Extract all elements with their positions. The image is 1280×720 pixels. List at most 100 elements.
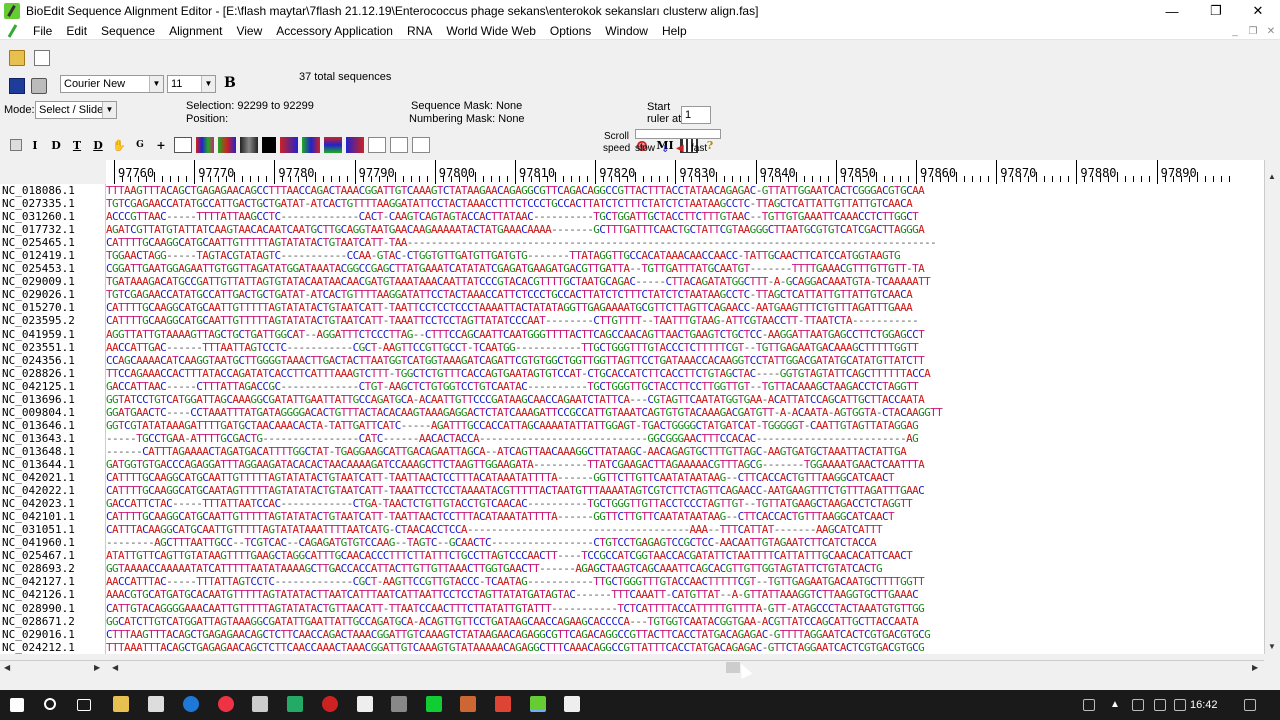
- tool-d-button[interactable]: D: [48, 137, 64, 153]
- sequence-name[interactable]: NC_009804.1: [0, 406, 105, 419]
- sequence-row[interactable]: CGGATTGAATGGAGAATTGTGGTTAGATATGGATAAATAC…: [106, 262, 1264, 275]
- tool-d2-button[interactable]: D: [90, 137, 106, 153]
- maximize-button[interactable]: ❐: [1194, 0, 1238, 22]
- sequence-row[interactable]: TTTAAATTTACAGCTGAGAGAACAGCTCTTCAACCAAACT…: [106, 641, 1264, 654]
- sequence-name[interactable]: NC_015270.1: [0, 301, 105, 314]
- color-e-icon[interactable]: [302, 137, 320, 153]
- sequence-row[interactable]: --------AGCTTTAATTGCC--TCGTCAC--CAGAGATG…: [106, 536, 1264, 549]
- menu-rna[interactable]: RNA: [400, 22, 439, 40]
- sequence-name[interactable]: NC_031260.1: [0, 210, 105, 223]
- sequence-row[interactable]: AGATCGTTATGTATTATCAAGTAACACAATCAATGCTTGC…: [106, 223, 1264, 236]
- sequence-name[interactable]: NC_024212.1: [0, 641, 105, 654]
- sequence-row[interactable]: GGATGAACTC----CCTAAATTTATGATAGGGGACACTGT…: [106, 406, 1264, 419]
- sequence-row[interactable]: CATTTTGCAAGGCATGCAATTGTTTTTAGTATATACTGTA…: [106, 314, 1264, 327]
- sequence-name[interactable]: NC_042101.1: [0, 510, 105, 523]
- sequence-row[interactable]: CATTGTACAGGGGAAACAATTGTTTTTAGTATATACTGTT…: [106, 602, 1264, 615]
- notifications-icon[interactable]: [1244, 699, 1256, 711]
- menu-options[interactable]: Options: [543, 22, 598, 40]
- app-b-icon[interactable]: [322, 696, 338, 712]
- sequence-name[interactable]: NC_018086.1: [0, 184, 105, 197]
- sequence-row[interactable]: GGTATCCTGTCATGGATTAGCAAAGGCGATATTGAATTAT…: [106, 393, 1264, 406]
- sequence-row[interactable]: CATTTTGCAAGGCATGCAATTGTTTTTAGTATATACTGTA…: [106, 471, 1264, 484]
- printer-icon[interactable]: [31, 78, 47, 94]
- color-c-icon[interactable]: [240, 137, 258, 153]
- bold-button[interactable]: B: [224, 76, 236, 90]
- people-icon[interactable]: [1083, 699, 1095, 711]
- sequence-name[interactable]: NC_012419.1: [0, 249, 105, 262]
- open-folder-icon[interactable]: [9, 50, 25, 66]
- sequence-row[interactable]: CCAGCAAAACATCAAGGTAATGCTTGGGGTAAACTTGACT…: [106, 354, 1264, 367]
- menu-accessory-application[interactable]: Accessory Application: [269, 22, 400, 40]
- scroll-left-icon[interactable]: ◀: [112, 663, 118, 672]
- shade-icon[interactable]: [262, 137, 276, 153]
- sequence-row[interactable]: AGGTTATTGTAAAAGTTAGCTGCTGATTGGCAT--AGGAT…: [106, 328, 1264, 341]
- sequence-name[interactable]: NC_025453.1: [0, 262, 105, 275]
- sequence-name[interactable]: NC_029016.1: [0, 628, 105, 641]
- app-f-icon[interactable]: [460, 696, 476, 712]
- sequence-name[interactable]: NC_017732.1: [0, 223, 105, 236]
- sequence-name[interactable]: NC_023595.2: [0, 314, 105, 327]
- menu-help[interactable]: Help: [655, 22, 694, 40]
- scroll-right-icon[interactable]: ▶: [1252, 663, 1258, 672]
- seq-text2-icon[interactable]: [390, 137, 408, 153]
- sequence-name[interactable]: NC_042021.1: [0, 471, 105, 484]
- color-b-icon[interactable]: [218, 137, 236, 153]
- network-icon[interactable]: [1132, 699, 1144, 711]
- sequence-row[interactable]: AACCATTGAC------TTTAATTAGTCCTC----------…: [106, 341, 1264, 354]
- sequence-row[interactable]: ------CATTTAGAAAACTAGATGACATTTTGGCTAT-TG…: [106, 445, 1264, 458]
- sequence-name[interactable]: NC_028826.1: [0, 367, 105, 380]
- menu-file[interactable]: File: [26, 22, 59, 40]
- sequence-row[interactable]: CATTTACAAGGCATGCAATTGTTTTTAGTATATAAATTTT…: [106, 523, 1264, 536]
- sequence-row[interactable]: TGATAAAGACATGCCGATTGTTATTAGTGTATACAATAAC…: [106, 275, 1264, 288]
- sequence-name[interactable]: NC_029026.1: [0, 288, 105, 301]
- sequence-row[interactable]: ACCCGTTAAC-----TTTTATTAAGCCTC-----------…: [106, 210, 1264, 223]
- sequence-name[interactable]: NC_041959.1: [0, 328, 105, 341]
- sequence-row[interactable]: AACCATTTAC-----TTTATTAGTCCTC------------…: [106, 575, 1264, 588]
- battery-icon[interactable]: [1154, 699, 1166, 711]
- scroll-left-icon[interactable]: ◀: [4, 663, 10, 672]
- color-f-icon[interactable]: [324, 137, 342, 153]
- menu-edit[interactable]: Edit: [59, 22, 94, 40]
- scroll-down-icon[interactable]: ▼: [1268, 642, 1276, 651]
- sequence-name[interactable]: NC_042127.1: [0, 575, 105, 588]
- sequence-name[interactable]: NC_013648.1: [0, 445, 105, 458]
- sequence-name[interactable]: NC_013696.1: [0, 393, 105, 406]
- font-name-select[interactable]: Courier New ▼: [60, 75, 164, 93]
- sequence-name[interactable]: NC_024356.1: [0, 354, 105, 367]
- vertical-scrollbar[interactable]: ▲ ▼: [1264, 160, 1280, 654]
- sequence-row[interactable]: CTTTAAGTTTACAGCTGAGAGAACAGCTCTTCAACCAGAC…: [106, 628, 1264, 641]
- sequence-row[interactable]: TGGAACTAGG-----TAGTACGTATAGTC-----------…: [106, 249, 1264, 262]
- volume-icon[interactable]: [1174, 699, 1186, 711]
- scroll-up-icon[interactable]: ▲: [1268, 172, 1276, 181]
- doc-close-icon[interactable]: ✕: [1262, 22, 1280, 40]
- tool-i-button[interactable]: I: [27, 137, 43, 153]
- sequence-row[interactable]: GGCATCTTGTCATGGATTAGTAAAGGCGATATTGAATTAT…: [106, 615, 1264, 628]
- sequence-names-pane[interactable]: NC_018086.1 NC_027335.1 NC_031260.1 NC_0177…: [0, 184, 106, 654]
- alignment-pane[interactable]: TTTAAGTTTACAGCTGAGAGAACAGCCTTTAACCAGACTA…: [106, 184, 1264, 654]
- sequence-name[interactable]: NC_025465.1: [0, 236, 105, 249]
- start-ruler-input[interactable]: 1: [681, 106, 711, 124]
- save-icon[interactable]: [9, 78, 25, 94]
- lock-icon[interactable]: [10, 139, 22, 151]
- file-explorer-icon[interactable]: [113, 696, 129, 712]
- sequence-name[interactable]: NC_042125.1: [0, 380, 105, 393]
- menu-alignment[interactable]: Alignment: [162, 22, 229, 40]
- sequence-row[interactable]: GATGGTGTGACCCAGAGGATTTAGGAAGATACACACTAAC…: [106, 458, 1264, 471]
- font-size-select[interactable]: 11 ▼: [167, 75, 216, 93]
- sequence-row[interactable]: TGTCGAGAACCATATGCCATTGACTGCTGATAT-ATCACT…: [106, 197, 1264, 210]
- sequence-name[interactable]: NC_013643.1: [0, 432, 105, 445]
- edge-icon[interactable]: [183, 696, 199, 712]
- color-a-icon[interactable]: [196, 137, 214, 153]
- sequence-name[interactable]: NC_031051.1: [0, 523, 105, 536]
- sequence-row[interactable]: GGTAAAACCAAAAATATCATTTTTAATATAAAAGCTTGAC…: [106, 562, 1264, 575]
- gap-icon[interactable]: G: [132, 137, 148, 153]
- hand-icon[interactable]: ✋: [111, 137, 127, 153]
- close-button[interactable]: ✕: [1236, 0, 1280, 22]
- doc-minimize-icon[interactable]: _: [1226, 22, 1244, 40]
- sequence-name[interactable]: NC_025467.1: [0, 549, 105, 562]
- sequence-row[interactable]: AAACGTGCATGATGCACAATGTTTTTAGTATATACTTAAT…: [106, 588, 1264, 601]
- sequence-row[interactable]: TGTCGAGAACCATATGCCATTGACTGCTGATAT-ATCACT…: [106, 288, 1264, 301]
- sequence-row[interactable]: CATTTTGCAAGGCATGCAATTGTTTTTAGTATATACTGTA…: [106, 510, 1264, 523]
- sequence-name[interactable]: NC_027335.1: [0, 197, 105, 210]
- sequence-name[interactable]: NC_013646.1: [0, 419, 105, 432]
